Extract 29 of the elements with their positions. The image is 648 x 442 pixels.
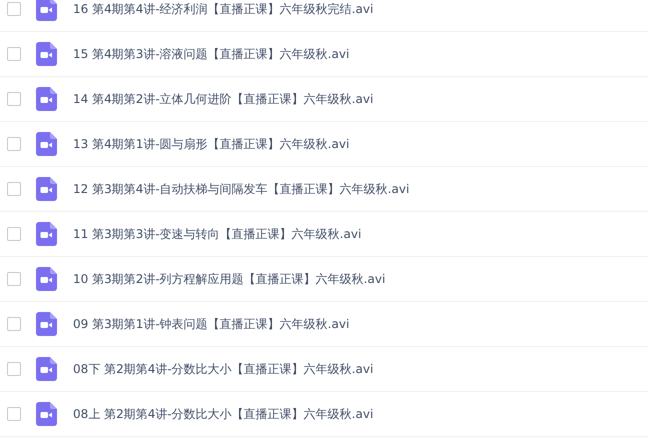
- file-name[interactable]: 10 第3期第2讲-列方程解应用题【直播正课】六年级秋.avi: [73, 270, 386, 288]
- checkbox[interactable]: [7, 317, 21, 331]
- video-file-icon: [36, 222, 57, 246]
- file-name[interactable]: 15 第4期第3讲-溶液问题【直播正课】六年级秋.avi: [73, 45, 350, 63]
- file-name[interactable]: 08下 第2期第4讲-分数比大小【直播正课】六年级秋.avi: [73, 360, 374, 378]
- video-file-icon: [36, 132, 57, 156]
- file-name[interactable]: 12 第3期第4讲-自动扶梯与间隔发车【直播正课】六年级秋.avi: [73, 180, 410, 198]
- checkbox[interactable]: [7, 47, 21, 61]
- video-file-icon: [36, 312, 57, 336]
- checkbox[interactable]: [7, 227, 21, 241]
- video-file-icon: [36, 42, 57, 66]
- file-name[interactable]: 14 第4期第2讲-立体几何进阶【直播正课】六年级秋.avi: [73, 90, 374, 108]
- checkbox[interactable]: [7, 272, 21, 286]
- checkbox[interactable]: [7, 2, 21, 16]
- video-file-icon: [36, 402, 57, 426]
- video-file-icon: [36, 87, 57, 111]
- checkbox[interactable]: [7, 407, 21, 421]
- file-name[interactable]: 11 第3期第3讲-变速与转向【直播正课】六年级秋.avi: [73, 225, 362, 243]
- file-name[interactable]: 09 第3期第1讲-钟表问题【直播正课】六年级秋.avi: [73, 315, 350, 333]
- file-name[interactable]: 16 第4期第4讲-经济利润【直播正课】六年级秋完结.avi: [73, 0, 374, 18]
- file-name[interactable]: 08上 第2期第4讲-分数比大小【直播正课】六年级秋.avi: [73, 405, 374, 423]
- file-name[interactable]: 13 第4期第1讲-圆与扇形【直播正课】六年级秋.avi: [73, 135, 350, 153]
- checkbox[interactable]: [7, 182, 21, 196]
- checkbox[interactable]: [7, 137, 21, 151]
- video-file-icon: [36, 177, 57, 201]
- checkbox[interactable]: [7, 362, 21, 376]
- video-file-icon: [36, 357, 57, 381]
- checkbox[interactable]: [7, 92, 21, 106]
- video-file-icon: [36, 267, 57, 291]
